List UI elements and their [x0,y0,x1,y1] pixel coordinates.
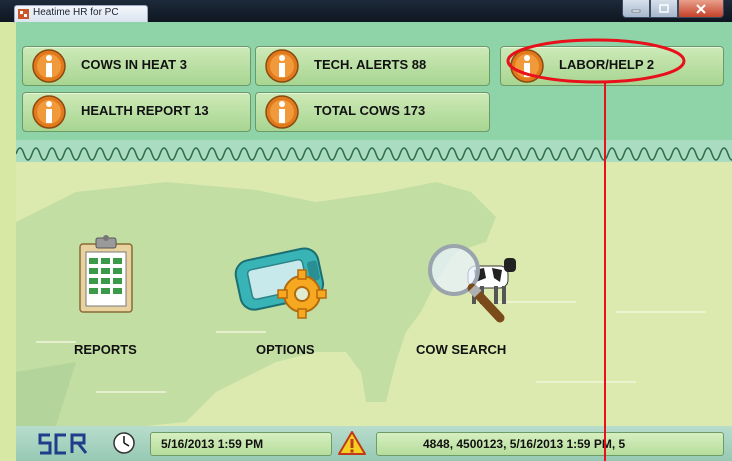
app-window: Heatime HR for PC COWS IN HEAT 3 TECH. A… [0,0,732,461]
annotation-highlight [506,38,686,461]
